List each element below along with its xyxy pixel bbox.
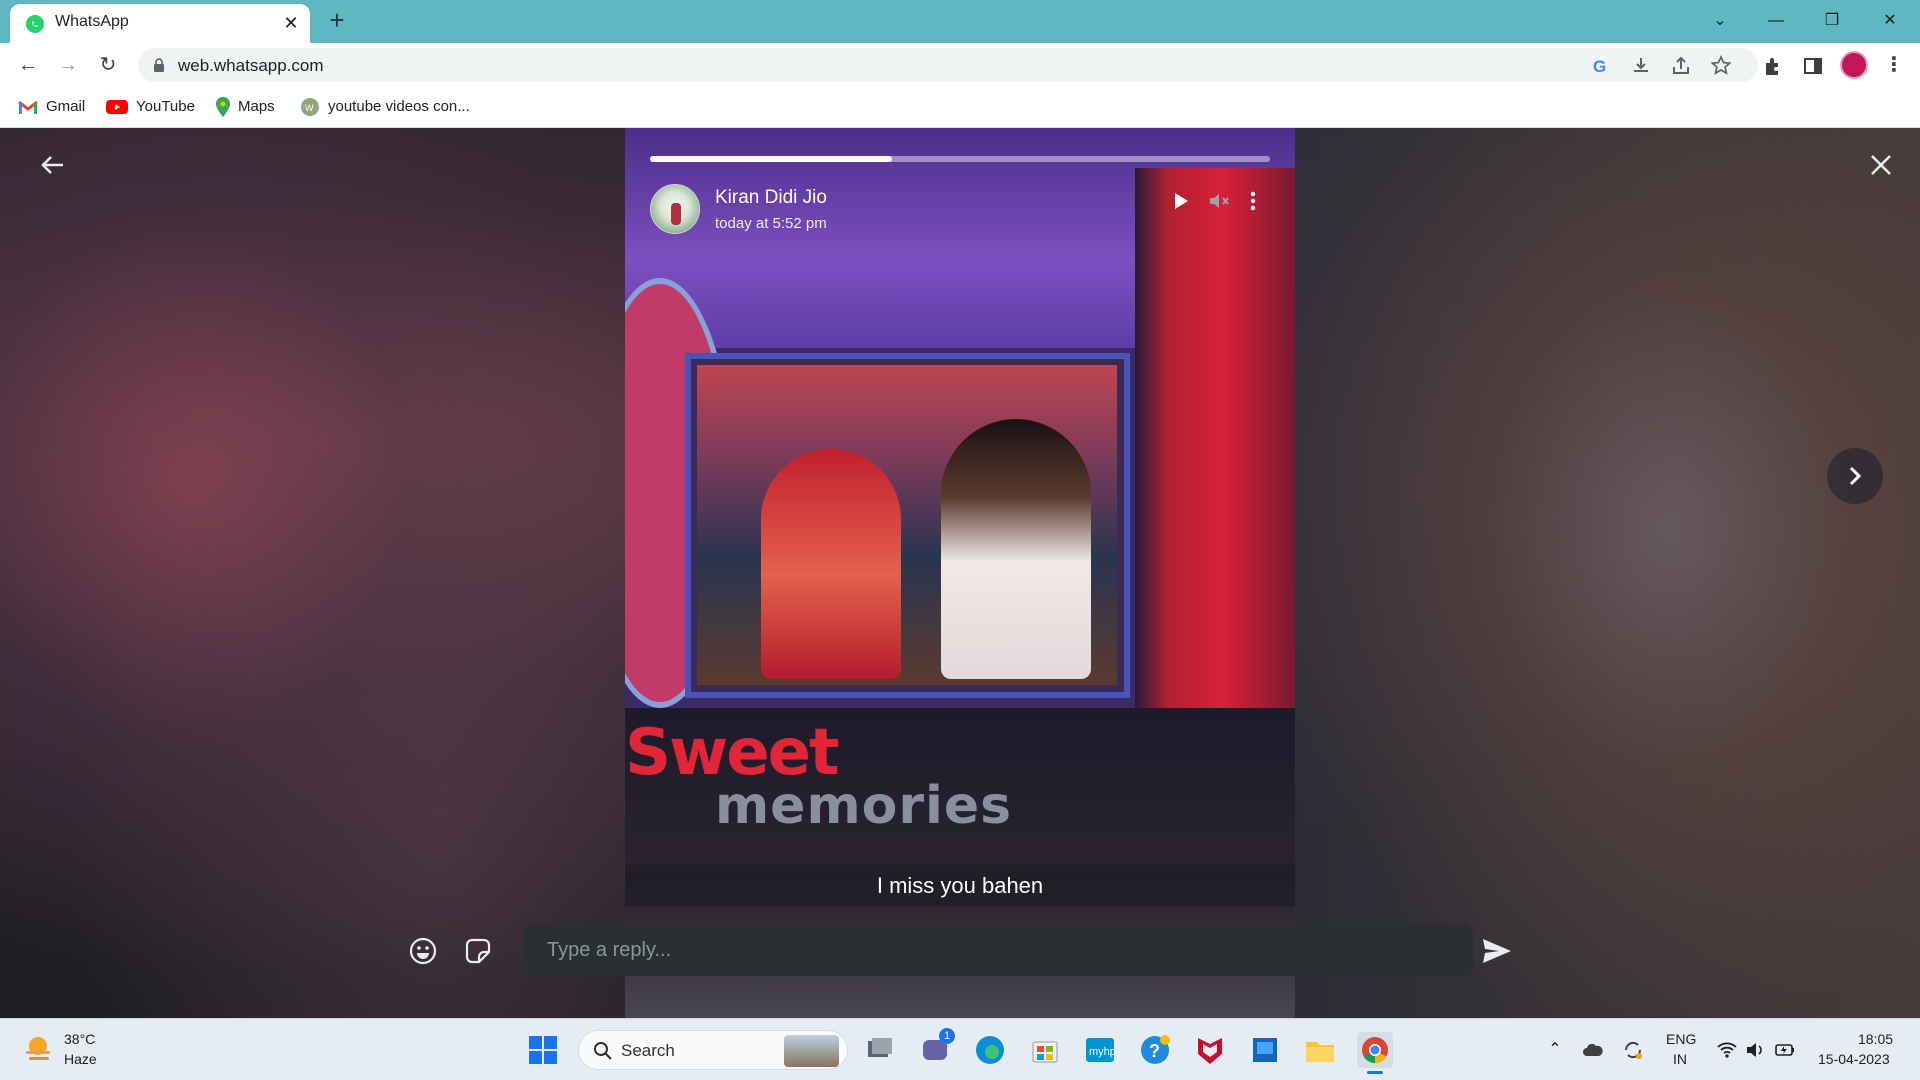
svg-text:?: ? — [1149, 1041, 1160, 1061]
forward-arrow-icon[interactable]: → — [54, 51, 82, 79]
file-explorer-icon[interactable] — [1302, 1032, 1338, 1068]
bookmark-gmail[interactable]: Gmail — [18, 96, 85, 118]
bookmark-maps[interactable]: Maps — [216, 96, 275, 118]
taskbar-search[interactable]: Search — [578, 1030, 848, 1070]
address-url: web.whatsapp.com — [178, 56, 324, 75]
extensions-puzzle-icon[interactable] — [1762, 55, 1784, 77]
next-status-button[interactable] — [1827, 448, 1883, 504]
task-view-icon[interactable] — [862, 1032, 898, 1068]
sticker-icon[interactable] — [463, 936, 493, 966]
sync-icon[interactable] — [1622, 1039, 1644, 1061]
photo-text-memories: memories — [715, 776, 1013, 836]
status-progress-fill — [650, 156, 892, 162]
reply-box — [523, 924, 1473, 976]
status-viewer: Sweet memories Kiran Didi Jio today at 5… — [0, 128, 1920, 1018]
blurred-background-left — [0, 128, 625, 1018]
bookmark-label: youtube videos con... — [328, 98, 470, 115]
show-hidden-icons-chevron-icon[interactable]: ⌃ — [1544, 1039, 1566, 1061]
onedrive-cloud-icon[interactable] — [1582, 1039, 1604, 1061]
new-tab-button[interactable]: + — [324, 7, 350, 34]
chrome-taskbar-button[interactable] — [1357, 1032, 1393, 1074]
whatsapp-icon — [26, 15, 44, 33]
emoji-icon[interactable] — [408, 936, 438, 966]
wifi-icon[interactable] — [1716, 1039, 1738, 1061]
browser-tab-whatsapp[interactable]: WhatsApp ✕ — [10, 4, 310, 43]
google-icon[interactable]: G — [1590, 55, 1612, 77]
close-icon[interactable] — [1866, 150, 1896, 180]
tab-close-icon[interactable]: ✕ — [280, 12, 302, 34]
status-progress-bar — [650, 156, 1270, 162]
minimize-button[interactable]: — — [1756, 6, 1796, 36]
tab-search-chevron-icon[interactable]: ⌄ — [1700, 6, 1740, 36]
bookmark-label: Gmail — [46, 98, 86, 115]
clock-time[interactable]: 18:05 — [1858, 1031, 1893, 1047]
mcafee-icon[interactable] — [1192, 1032, 1228, 1068]
svg-text:G: G — [1593, 57, 1606, 76]
volume-icon[interactable] — [1744, 1039, 1766, 1061]
contact-avatar[interactable] — [650, 184, 700, 234]
language-indicator[interactable]: ENG — [1666, 1031, 1696, 1047]
restore-button[interactable]: ❐ — [1812, 6, 1852, 36]
maps-icon — [216, 97, 230, 118]
close-window-button[interactable]: ✕ — [1870, 6, 1910, 36]
edge-browser-icon[interactable] — [972, 1032, 1008, 1068]
tab-title: WhatsApp — [55, 13, 129, 30]
bookmarks-bar: Gmail YouTube Maps Wyoutube videos con..… — [0, 86, 1920, 128]
profile-avatar[interactable] — [1840, 51, 1868, 79]
address-bar[interactable]: web.whatsapp.com — [138, 48, 1758, 82]
lock-icon — [154, 58, 164, 72]
gmail-icon — [18, 100, 38, 115]
chevron-right-icon — [1849, 466, 1862, 486]
mute-icon[interactable] — [1206, 188, 1232, 214]
back-arrow-icon[interactable]: ← — [14, 51, 42, 79]
weather-description: Haze — [64, 1051, 97, 1067]
back-arrow-icon[interactable] — [38, 150, 68, 180]
reply-input[interactable] — [523, 924, 1473, 976]
search-highlight-image — [784, 1035, 839, 1067]
reload-icon[interactable]: ↻ — [94, 51, 122, 79]
site-icon: W — [301, 98, 319, 117]
clock-date[interactable]: 15-04-2023 — [1818, 1051, 1890, 1067]
battery-icon[interactable] — [1774, 1039, 1796, 1061]
svg-text:myhp: myhp — [1089, 1046, 1116, 1058]
play-icon[interactable] — [1167, 188, 1193, 214]
microsoft-store-icon[interactable] — [1027, 1032, 1063, 1068]
status-timestamp: today at 5:52 pm — [715, 215, 827, 232]
teams-chat-icon[interactable]: 1 — [917, 1028, 955, 1068]
bookmark-youtube[interactable]: YouTube — [106, 96, 195, 118]
youtube-icon — [106, 100, 128, 115]
browser-tab-strip: WhatsApp ✕ + ⌄ — ❐ ✕ — [0, 0, 1920, 43]
more-options-icon[interactable] — [1240, 188, 1266, 214]
contact-name[interactable]: Kiran Didi Jio — [715, 187, 827, 209]
bookmark-youtube-videos[interactable]: Wyoutube videos con... — [300, 96, 470, 118]
weather-temperature: 38°C — [64, 1031, 96, 1047]
bookmark-label: YouTube — [136, 98, 195, 115]
bookmark-star-icon[interactable] — [1710, 55, 1732, 77]
windows-taskbar: 38°C Haze Search 1 myhp ? ⌃ ENG IN 18:05… — [0, 1018, 1920, 1080]
install-app-icon[interactable] — [1630, 55, 1652, 77]
myhp-icon[interactable]: myhp — [1082, 1032, 1118, 1068]
browser-toolbar: ← → ↻ web.whatsapp.com G ⋮ — [0, 43, 1920, 86]
search-icon — [594, 1042, 612, 1060]
share-icon[interactable] — [1670, 55, 1692, 77]
svg-text:W: W — [305, 103, 314, 113]
blurred-background-right — [1295, 128, 1920, 1018]
teams-badge: 1 — [939, 1028, 955, 1044]
blue-app-icon[interactable] — [1247, 1032, 1283, 1068]
get-help-icon[interactable]: ? — [1137, 1032, 1173, 1068]
chrome-icon — [1362, 1037, 1388, 1064]
send-icon[interactable] — [1480, 934, 1514, 968]
search-label: Search — [621, 1041, 675, 1060]
status-caption: I miss you bahen — [625, 865, 1295, 907]
weather-haze-icon[interactable] — [22, 1033, 54, 1065]
language-region: IN — [1673, 1051, 1687, 1067]
bookmark-label: Maps — [238, 98, 275, 115]
browser-menu-icon[interactable]: ⋮ — [1880, 51, 1908, 79]
side-panel-icon[interactable] — [1802, 55, 1824, 77]
windows-start-icon[interactable] — [525, 1032, 561, 1068]
